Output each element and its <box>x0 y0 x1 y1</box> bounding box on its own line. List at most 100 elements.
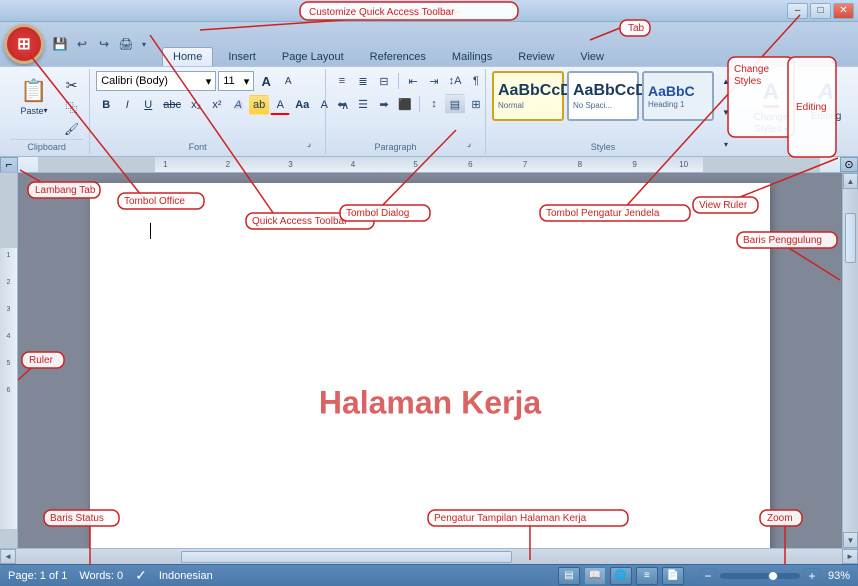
font-name-row: Calibri (Body) ▾ 11 ▾ A A <box>96 71 298 91</box>
view-print-layout-button[interactable]: ▤ <box>558 567 580 585</box>
underline-button[interactable]: U <box>138 95 158 115</box>
bullets-button[interactable]: ≡ <box>332 71 352 91</box>
zoom-slider-thumb[interactable] <box>768 571 778 581</box>
styles-scroll-up[interactable]: ▲ <box>716 71 736 91</box>
qa-dropdown-button[interactable]: ▾ <box>138 34 150 54</box>
view-ruler-button[interactable]: ⊙ <box>840 157 858 172</box>
minimize-button[interactable]: – <box>787 3 808 19</box>
font-color-button[interactable]: A <box>270 95 290 115</box>
hscroll-left-button[interactable]: ◄ <box>0 549 16 564</box>
styles-scroll-down[interactable]: ▼ <box>716 103 736 123</box>
window-controls: – □ ✕ <box>787 3 854 19</box>
align-center-button[interactable]: ☰ <box>353 94 373 114</box>
style-heading1-preview: AaBbC <box>648 84 695 98</box>
scroll-thumb[interactable] <box>845 213 856 263</box>
align-right-button[interactable]: ➡ <box>374 94 394 114</box>
format-painter-button[interactable]: 🖌 <box>60 119 83 139</box>
font-size-selector[interactable]: 11 ▾ <box>218 71 254 91</box>
view-full-reading-button[interactable]: 📖 <box>584 567 606 585</box>
paste-button[interactable]: 📋 Paste ▾ <box>10 71 58 123</box>
increase-font-button[interactable]: A <box>256 71 276 91</box>
style-heading1[interactable]: AaBbC Heading 1 <box>642 71 714 121</box>
italic-button[interactable]: I <box>117 95 137 115</box>
sort-button[interactable]: ↕A <box>445 71 465 91</box>
line-spacing-button[interactable]: ↕ <box>424 94 444 114</box>
zoom-in-button[interactable]: + <box>804 568 820 584</box>
hscroll-track[interactable] <box>16 549 842 564</box>
tab-review[interactable]: Review <box>507 47 565 66</box>
paragraph-group: ≡ ≣ ⊟ ⇤ ⇥ ↕A ¶ ⬅ ☰ ➡ ⬛ <box>326 69 486 154</box>
border-button[interactable]: ⊞ <box>466 94 486 114</box>
horizontal-scrollbar[interactable]: ◄ ► <box>0 548 858 564</box>
font-name-selector[interactable]: Calibri (Body) ▾ <box>96 71 216 91</box>
view-outline-button[interactable]: ≡ <box>636 567 658 585</box>
styles-more[interactable]: ▾ <box>716 134 736 154</box>
watermark-text: Halaman Kerja <box>319 385 541 422</box>
zoom-out-button[interactable]: − <box>700 568 716 584</box>
tab-references[interactable]: References <box>359 47 437 66</box>
highlight-button[interactable]: ab <box>249 95 269 115</box>
cut-button[interactable]: ✂ <box>60 75 83 95</box>
text-effects-button[interactable]: A <box>228 95 248 115</box>
paste-dropdown-icon[interactable]: ▾ <box>44 106 48 115</box>
copy-button[interactable]: ⿻ <box>60 97 83 117</box>
document-page[interactable]: Halaman Kerja <box>90 183 770 548</box>
hscroll-right-button[interactable]: ► <box>842 549 858 564</box>
align-left-button[interactable]: ⬅ <box>332 94 352 114</box>
bold-button[interactable]: B <box>96 95 116 115</box>
paragraph-label: Paragraph <box>332 140 459 154</box>
office-button[interactable]: ⊞ <box>4 24 44 64</box>
ruler-num-8: 8 <box>578 160 582 169</box>
save-qa-button[interactable]: 💾 <box>50 34 70 54</box>
tab-page-layout[interactable]: Page Layout <box>271 47 355 66</box>
tab-insert[interactable]: Insert <box>217 47 267 66</box>
decrease-indent-button[interactable]: ⇤ <box>403 71 423 91</box>
font-dialog-button[interactable]: ⌟ <box>299 133 319 153</box>
subscript-button[interactable]: x₂ <box>186 95 206 115</box>
ruler-num-10: 10 <box>679 160 688 169</box>
document-area[interactable]: Halaman Kerja <box>18 173 842 548</box>
close-button[interactable]: ✕ <box>833 3 854 19</box>
superscript-button[interactable]: x² <box>207 95 227 115</box>
ruler-right-margin <box>703 157 820 172</box>
decrease-font-button[interactable]: A <box>278 71 298 91</box>
paste-icon: 📋 <box>20 78 47 104</box>
increase-indent-button[interactable]: ⇥ <box>424 71 444 91</box>
justify-button[interactable]: ⬛ <box>395 94 415 114</box>
scroll-down-button[interactable]: ▼ <box>843 532 858 548</box>
tab-home[interactable]: Home <box>162 47 213 66</box>
scroll-up-button[interactable]: ▲ <box>843 173 858 189</box>
view-web-layout-button[interactable]: 🌐 <box>610 567 632 585</box>
scroll-track[interactable] <box>843 189 858 532</box>
view-draft-button[interactable]: 📄 <box>662 567 684 585</box>
vertical-ruler: 1 2 3 4 5 6 <box>0 173 18 548</box>
strikethrough-button[interactable]: abc <box>159 95 185 115</box>
font-size-up-button[interactable]: Aa <box>291 95 313 115</box>
tab-mailings[interactable]: Mailings <box>441 47 503 66</box>
clipboard-group-content: 📋 Paste ▾ ✂ ⿻ 🖌 <box>10 71 83 139</box>
spell-check-icon: ✓ <box>135 567 147 584</box>
zoom-percentage[interactable]: 93% <box>828 570 850 582</box>
change-styles-button[interactable]: A ChangeStyles ▾ <box>744 69 798 154</box>
undo-qa-button[interactable]: ↩ <box>72 34 92 54</box>
shading-button[interactable]: ▤ <box>445 94 465 114</box>
show-hide-button[interactable]: ¶ <box>466 71 486 91</box>
paragraph-dialog-button[interactable]: ⌟ <box>459 133 479 153</box>
style-normal[interactable]: AaBbCcDc Normal <box>492 71 564 121</box>
v-ruler-num4: 4 <box>0 333 17 340</box>
language[interactable]: Indonesian <box>159 570 213 582</box>
redo-qa-button[interactable]: ↪ <box>94 34 114 54</box>
tab-alignment-icon[interactable]: ⌐ <box>0 157 18 173</box>
ruler-bar: ⌐ 1 2 3 4 5 6 7 8 9 10 ⊙ <box>0 157 858 173</box>
tab-view[interactable]: View <box>569 47 615 66</box>
zoom-slider[interactable] <box>720 573 800 579</box>
print-qa-button[interactable]: 🖨 <box>116 34 136 54</box>
numbering-button[interactable]: ≣ <box>353 71 373 91</box>
maximize-button[interactable]: □ <box>810 3 831 19</box>
style-no-spacing[interactable]: AaBbCcDc No Spaci... <box>567 71 639 121</box>
vertical-scrollbar[interactable]: ▲ ▼ <box>842 173 858 548</box>
editing-button[interactable]: A Editing <box>798 69 854 154</box>
multilevel-list-button[interactable]: ⊟ <box>374 71 394 91</box>
office-icon: ⊞ <box>17 34 30 54</box>
hscroll-thumb[interactable] <box>181 551 511 563</box>
